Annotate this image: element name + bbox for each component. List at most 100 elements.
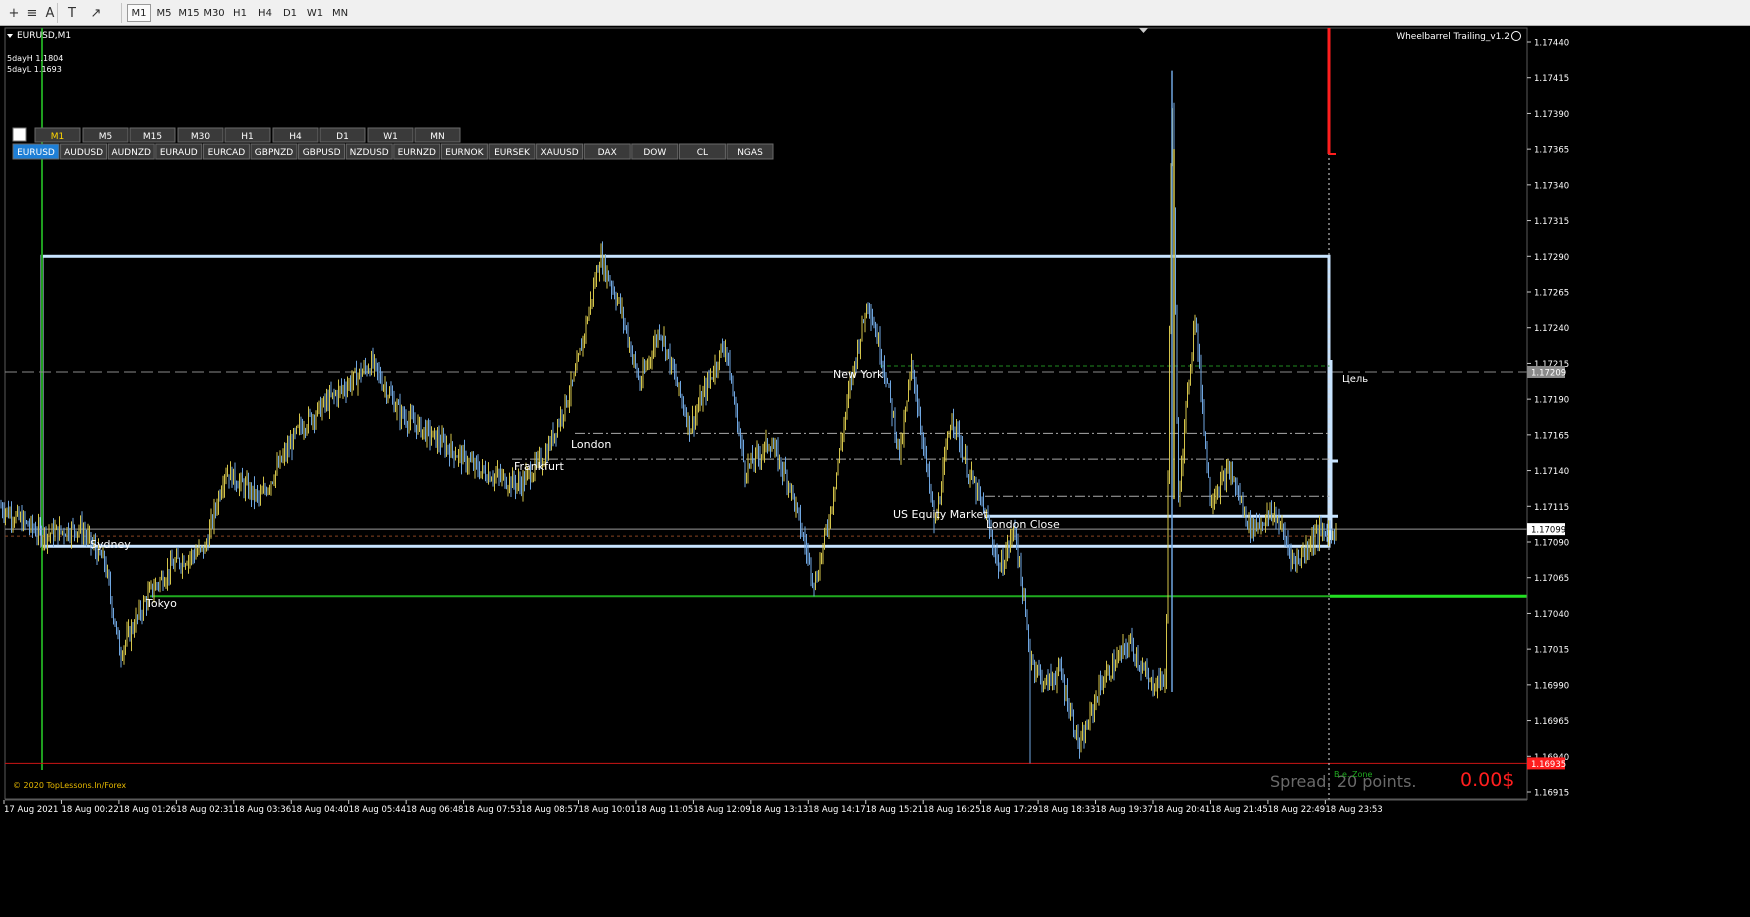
svg-text:EURCAD: EURCAD	[208, 148, 246, 158]
five-day-high: 5dayH 1.1804	[7, 54, 63, 63]
time-tick-label: 18 Aug 12:09	[693, 805, 750, 815]
panel-timeframe-w1[interactable]: W1	[367, 127, 414, 143]
time-tick-label: 18 Aug 06:48	[406, 805, 463, 815]
svg-text:EURAUD: EURAUD	[160, 148, 198, 158]
panel-symbol-eursek[interactable]: EURSEK	[488, 143, 536, 160]
time-tick-label: 18 Aug 05:44	[349, 805, 406, 815]
target-label: Цель	[1342, 374, 1368, 385]
price-tick-label: 1.17165	[1534, 431, 1569, 441]
timeframe-button-h1[interactable]: H1	[228, 4, 252, 22]
panel-symbol-dow[interactable]: DOW	[631, 143, 679, 160]
panel-symbol-audnzd[interactable]: AUDNZD	[107, 143, 155, 160]
panel-symbol-eurcad[interactable]: EURCAD	[202, 143, 250, 160]
timeframe-button-m30[interactable]: M30	[202, 4, 226, 22]
panel-symbol-nzdusd[interactable]: NZDUSD	[345, 143, 393, 160]
time-tick-label: 18 Aug 08:57	[521, 805, 578, 815]
svg-text:EURUSD: EURUSD	[17, 148, 55, 158]
price-tick-label: 1.17365	[1534, 146, 1569, 156]
time-tick-label: 18 Aug 22:49	[1268, 805, 1325, 815]
time-tick-label: 18 Aug 17:29	[981, 805, 1038, 815]
svg-text:H1: H1	[241, 132, 254, 142]
svg-text:NZDUSD: NZDUSD	[350, 148, 389, 158]
time-tick-label: 18 Aug 15:21	[866, 805, 923, 815]
price-tick-label: 1.17190	[1534, 396, 1569, 406]
svg-text:D1: D1	[336, 132, 349, 142]
panel-symbol-audusd[interactable]: AUDUSD	[60, 143, 108, 160]
panel-timeframe-m1[interactable]: M1	[34, 127, 81, 143]
symbol-label: EURUSD,M1	[17, 31, 71, 41]
time-tick-label: 17 Aug 2021	[4, 805, 58, 815]
time-tick-label: 18 Aug 02:31	[176, 805, 233, 815]
period-separators-icon[interactable]: ≡	[22, 3, 42, 23]
panel-symbol-gbpusd[interactable]: GBPUSD	[298, 143, 346, 160]
svg-text:M5: M5	[99, 132, 113, 142]
time-tick-label: 18 Aug 10:01	[579, 805, 636, 815]
timeframe-button-m1[interactable]: M1	[127, 4, 151, 22]
session-label-london: London	[571, 438, 611, 451]
price-tick-label: 1.17115	[1534, 503, 1569, 513]
profit-text: 0.00$	[1460, 769, 1514, 791]
svg-text:DOW: DOW	[643, 148, 666, 158]
timeframe-button-m5[interactable]: M5	[152, 4, 176, 22]
text-label-icon[interactable]: T	[62, 3, 82, 23]
price-tick-label: 1.17415	[1534, 74, 1569, 84]
panel-symbol-euraud[interactable]: EURAUD	[155, 143, 203, 160]
price-tick-label: 1.17315	[1534, 217, 1569, 227]
panel-symbol-gbpnzd[interactable]: GBPNZD	[250, 143, 298, 160]
arrows-tool-icon[interactable]: ↗	[86, 3, 106, 23]
time-tick-label: 18 Aug 23:53	[1325, 805, 1382, 815]
panel-symbol-xauusd[interactable]: XAUUSD	[536, 143, 584, 160]
price-chart[interactable]: Sydney Tokyo Frankfurt London New York US Equ…	[0, 27, 1750, 917]
panel-timeframe-mn[interactable]: MN	[414, 127, 461, 143]
session-label-tokyo: Tokyo	[145, 597, 177, 610]
svg-text:M1: M1	[51, 132, 65, 142]
indicator-name: Wheelbarrel Trailing_v1.2	[1396, 32, 1510, 42]
timeframe-button-d1[interactable]: D1	[278, 4, 302, 22]
svg-text:H4: H4	[289, 132, 302, 142]
time-tick-label: 18 Aug 21:45	[1210, 805, 1267, 815]
timeframe-button-mn[interactable]: MN	[328, 4, 352, 22]
timeframe-button-h4[interactable]: H4	[253, 4, 277, 22]
panel-symbol-eurnzd[interactable]: EURNZD	[393, 143, 441, 160]
time-tick-label: 18 Aug 03:36	[234, 805, 291, 815]
panel-timeframe-m5[interactable]: M5	[82, 127, 129, 143]
chart-toolbar: + ≡ A T ↗ M1 M5 M15 M30 H1 H4 D1 W1 MN	[0, 0, 1750, 26]
price-tick-label: 1.16990	[1534, 681, 1569, 691]
panel-timeframe-m30[interactable]: M30	[177, 127, 224, 143]
price-tick-label: 1.17390	[1534, 110, 1569, 120]
panel-symbol-eurnok[interactable]: EURNOK	[440, 143, 488, 160]
session-label-new-york: New York	[833, 368, 884, 381]
panel-timeframe-h1[interactable]: H1	[224, 127, 271, 143]
timeframe-button-m15[interactable]: M15	[177, 4, 201, 22]
panel-symbol-cl[interactable]: CL	[678, 143, 726, 160]
panel-timeframe-h4[interactable]: H4	[272, 127, 319, 143]
svg-text:W1: W1	[383, 132, 398, 142]
timeframe-button-w1[interactable]: W1	[303, 4, 327, 22]
panel-timeframe-d1[interactable]: D1	[319, 127, 366, 143]
time-tick-label: 18 Aug 00:22	[61, 805, 118, 815]
price-tick-label: 1.17140	[1534, 467, 1569, 477]
crosshair-icon[interactable]: +	[4, 3, 24, 23]
svg-text:NGAS: NGAS	[737, 148, 763, 158]
price-tick-label: 1.17265	[1534, 289, 1569, 299]
session-label-london-close: London Close	[986, 518, 1060, 531]
price-tick-label: 1.16915	[1534, 789, 1569, 799]
panel-symbol-ngas[interactable]: NGAS	[726, 143, 774, 160]
svg-text:1.16935: 1.16935	[1531, 760, 1566, 770]
current-price-marker: 1.17099	[1527, 523, 1566, 536]
svg-text:AUDUSD: AUDUSD	[64, 148, 103, 158]
price-tick-label: 1.17290	[1534, 253, 1569, 263]
time-tick-label: 18 Aug 19:37	[1096, 805, 1153, 815]
panel-symbol-eurusd[interactable]: EURUSD	[12, 143, 60, 160]
price-tick-label: 1.17040	[1534, 610, 1569, 620]
svg-text:1.17099: 1.17099	[1531, 526, 1566, 536]
copyright-text: © 2020 TopLessons.In/Forex	[13, 781, 126, 790]
svg-text:GBPUSD: GBPUSD	[303, 148, 341, 158]
svg-text:1.17209: 1.17209	[1531, 369, 1566, 379]
panel-toggle-checkbox[interactable]	[12, 127, 27, 142]
price-tick-label: 1.17340	[1534, 181, 1569, 191]
panel-timeframe-m15[interactable]: M15	[129, 127, 176, 143]
panel-symbol-dax[interactable]: DAX	[583, 143, 631, 160]
svg-text:DAX: DAX	[598, 148, 617, 158]
price-tick-label: 1.17015	[1534, 646, 1569, 656]
